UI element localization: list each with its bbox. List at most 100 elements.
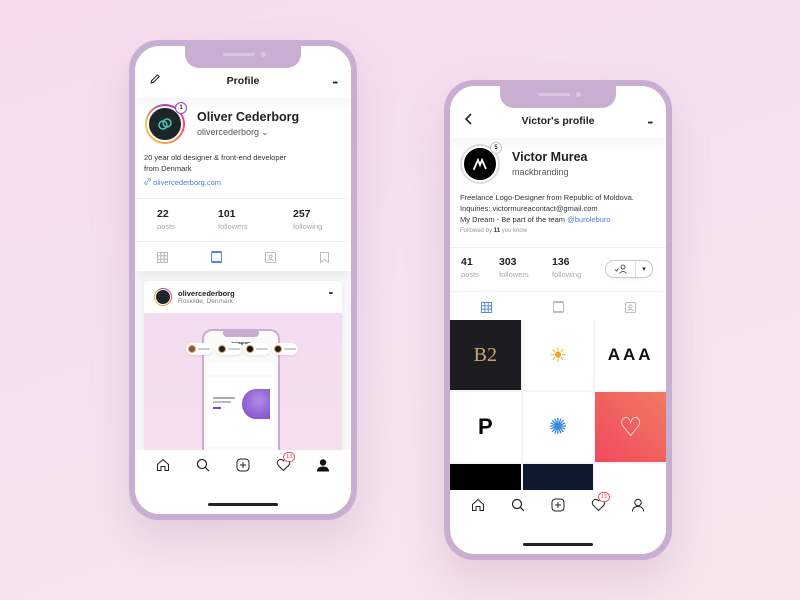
tab-feed[interactable] [552,301,564,313]
grid-post[interactable]: P [450,392,521,462]
home-icon [472,498,484,511]
stat-following[interactable]: 136 following [552,256,581,279]
divider [135,241,351,242]
grid-post[interactable]: AAA [595,320,666,390]
bottom-nav: 13 [450,490,666,520]
mockup-story [244,343,270,355]
nav-activity[interactable]: 13 [275,452,295,473]
feed-icon [552,301,564,313]
profile-name: Oliver Cederborg [197,110,300,124]
add-post-icon [236,458,250,472]
home-indicator[interactable] [208,503,278,506]
left-phone-screen: Profile ••• 1 Oliver Cederborg oliverced… [135,46,351,514]
bio-line: My Dream - Be part of the team @burolebu… [460,215,611,224]
bio: 20 year old designer & front-end develop… [144,152,286,188]
grid-icon [156,251,168,263]
profile-icon [632,498,644,512]
bio-line: Freelance Logo-Designer from Republic of… [460,193,634,202]
left-phone: Profile ••• 1 Oliver Cederborg oliverced… [129,40,357,520]
link-icon [144,178,151,185]
bookmark-icon [319,251,329,263]
divider [450,247,666,248]
tab-saved[interactable] [318,251,330,263]
post-username[interactable]: olivercederborg [178,289,235,298]
post-more-button[interactable]: ••• [329,291,333,297]
right-phone-screen: Victor's profile ••• 5 Victor Murea mack… [450,86,666,554]
profile-name: Victor Murea [512,150,588,164]
add-post-icon [551,498,565,512]
notification-badge: 13 [598,492,610,502]
grid-post[interactable]: ♡ [595,392,666,462]
phone-notch [185,46,301,68]
nav-profile[interactable] [630,497,646,513]
nav-profile[interactable] [315,457,331,473]
notification-badge: 13 [283,452,295,462]
edit-button[interactable] [149,73,161,87]
phone-notch [500,86,616,108]
right-phone: Victor's profile ••• 5 Victor Murea mack… [444,80,672,560]
bio-line: 20 year old designer & front-end develop… [144,153,287,162]
pencil-icon [150,74,160,84]
nav-activity[interactable]: 13 [590,492,610,513]
unfollow-toggle[interactable] [606,261,636,277]
bottom-nav: 13 [135,450,351,480]
tab-tagged[interactable] [264,251,276,263]
bio-line: Inquiries: victormureacontact@gmail.com [460,204,598,213]
home-icon [157,458,169,471]
post-avatar[interactable] [154,288,172,306]
m-logo-icon [473,158,487,170]
divider [135,198,351,199]
tagged-icon [264,251,276,263]
page-title: Profile [226,75,260,87]
home-indicator[interactable] [523,543,593,546]
profile-tabs [135,243,351,271]
chevron-down-icon: ⌄ [261,128,269,137]
profile-icon [317,459,329,472]
stat-following[interactable]: 257 following [293,208,322,231]
tagged-icon [624,301,636,313]
page-title: Victor's profile [521,115,595,127]
following-check-icon [614,264,627,274]
search-icon [196,458,210,472]
nav-search[interactable] [195,457,211,473]
stat-posts[interactable]: 22 posts [157,208,175,231]
more-options-button[interactable]: ••• [648,120,653,127]
story-badge: 1 [175,102,187,114]
following-button[interactable]: ▾ [605,260,653,278]
stat-followers[interactable]: 101 followers [218,208,248,231]
feed-icon [210,251,222,263]
post-location[interactable]: Roskilde, Denmark [178,298,235,305]
nav-add-post[interactable] [235,457,251,473]
nav-home[interactable] [155,457,171,473]
bio: Freelance Logo-Designer from Republic of… [460,192,634,237]
followed-by[interactable]: Followed by 11 you know [460,226,634,237]
more-options-button[interactable]: ••• [333,80,338,87]
back-arrow-icon [464,113,472,125]
back-button[interactable] [464,113,474,127]
follow-options-dropdown[interactable]: ▾ [636,261,652,277]
username: olivercederborg [197,127,260,137]
bio-line: from Denmark [144,164,192,173]
oc-logo-icon [158,118,172,130]
nav-add-post[interactable] [550,497,566,513]
stat-posts[interactable]: 41 posts [461,256,479,279]
profile-tabs [450,293,666,321]
tab-tagged[interactable] [624,301,636,313]
grid-post[interactable]: ☀ [522,320,594,390]
username-switcher[interactable]: olivercederborg ⌄ [197,127,268,137]
mockup-story [272,343,298,355]
mockup-story [186,343,212,355]
nav-search[interactable] [510,497,526,513]
nav-home[interactable] [470,497,486,513]
story-badge: 5 [490,142,502,154]
grid-post[interactable]: B2 [450,320,521,390]
mockup-story [216,343,242,355]
mention-link[interactable]: @buroleburo [567,215,610,224]
tab-feed[interactable] [210,251,222,263]
tab-grid[interactable] [156,251,168,263]
search-icon [511,498,525,512]
stat-followers[interactable]: 303 followers [499,256,529,279]
tab-grid[interactable] [480,301,492,313]
grid-post[interactable]: ✺ [522,392,594,462]
website-link[interactable]: olivercederborg.com [144,177,286,188]
